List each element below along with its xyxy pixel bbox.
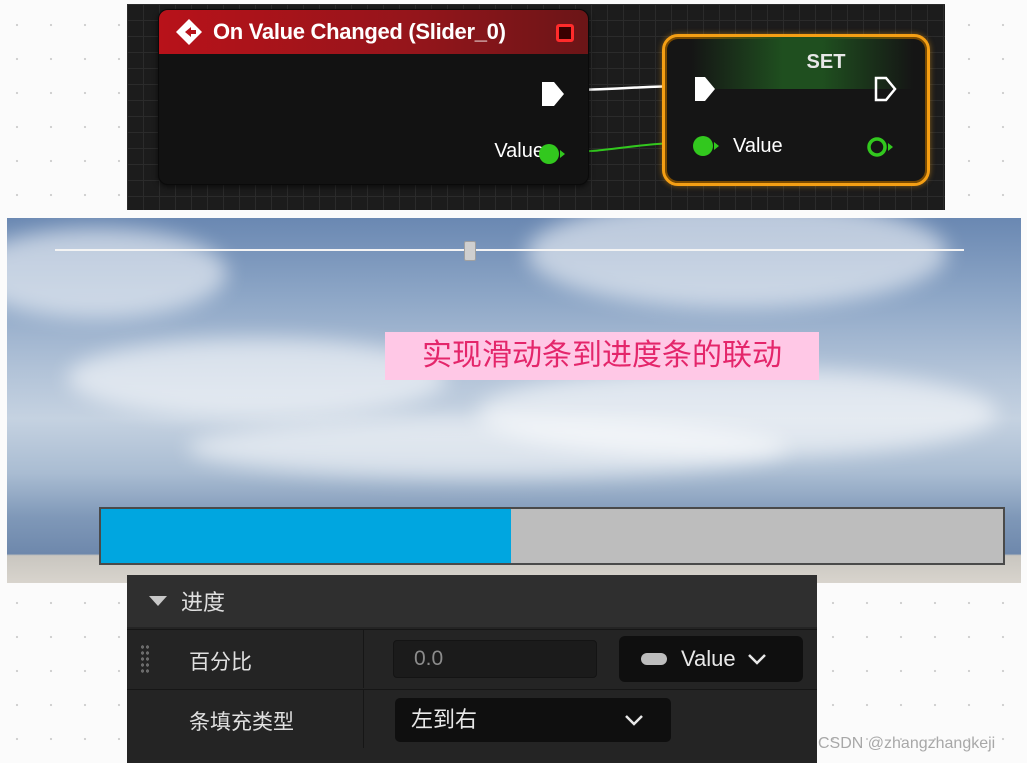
section-header-progress[interactable]: 进度 (127, 575, 817, 627)
percent-input[interactable]: 0.0 (393, 640, 597, 678)
event-node-title: On Value Changed (Slider_0) (213, 19, 506, 44)
set-node[interactable]: SET Value (662, 34, 930, 186)
property-row-fill-type: 条填充类型 左到右 (127, 689, 817, 748)
fill-type-combobox[interactable]: 左到右 (395, 698, 671, 742)
chevron-down-icon (625, 715, 643, 726)
fill-type-value: 左到右 (411, 707, 478, 732)
binding-pill-icon (641, 653, 667, 665)
game-viewport: 实现滑动条到进度条的联动 (7, 218, 1021, 583)
exec-output-pin-icon[interactable] (540, 80, 566, 108)
value-input-pin-icon[interactable] (692, 134, 720, 158)
binding-label: Value (681, 646, 736, 671)
property-row-percent: 百分比 0.0 Value (127, 629, 817, 688)
annotation-caption: 实现滑动条到进度条的联动 (385, 332, 819, 380)
delegate-stop-icon[interactable] (556, 24, 574, 42)
column-divider[interactable] (363, 630, 364, 688)
exec-output-pin-icon[interactable] (873, 75, 899, 103)
binding-dropdown[interactable]: Value (619, 636, 803, 682)
blueprint-graph[interactable]: On Value Changed (Slider_0) Value SET Va… (127, 4, 945, 210)
column-divider[interactable] (363, 690, 364, 748)
property-label: 条填充类型 (189, 711, 294, 734)
value-output-pin-icon[interactable] (538, 142, 566, 166)
property-label: 百分比 (189, 651, 252, 674)
collapse-arrow-icon[interactable] (149, 596, 167, 606)
cloud (187, 418, 787, 478)
exec-input-pin-icon[interactable] (693, 75, 717, 103)
event-node-header: On Value Changed (Slider_0) (159, 10, 588, 54)
progress-bar (99, 507, 1005, 565)
progress-fill (101, 509, 512, 563)
set-input-value-label: Value (733, 135, 783, 157)
event-diamond-icon (176, 19, 202, 45)
value-output-pin-hollow-icon[interactable] (867, 136, 895, 158)
cloud (7, 228, 227, 318)
details-panel: 进度 百分比 0.0 Value 条填充类型 左到右 (127, 575, 817, 763)
cloud (527, 218, 947, 308)
event-output-value-label: Value (494, 140, 544, 162)
event-node-on-value-changed[interactable]: On Value Changed (Slider_0) Value (158, 9, 589, 185)
chevron-down-icon (747, 654, 766, 665)
watermark: CSDN @zhangzhangkeji (818, 735, 996, 752)
slider-thumb[interactable] (464, 241, 476, 261)
section-title: 进度 (181, 590, 226, 615)
slider-track[interactable] (55, 249, 964, 251)
drag-grip-icon[interactable] (140, 644, 150, 674)
